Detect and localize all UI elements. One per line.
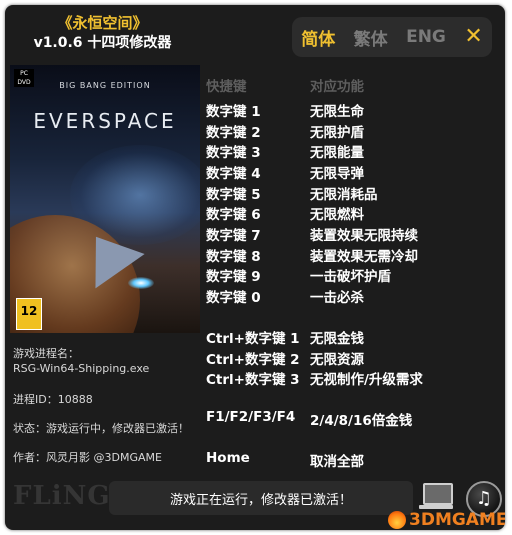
hotkey-function: 一击必杀	[310, 290, 364, 306]
status-bar: 游戏正在运行，修改器已激活！	[109, 481, 413, 515]
trainer-window: 《永恒空间》 v1.0.6 十四项修改器 简体 繁体 ENG ✕ PC DVD …	[5, 5, 505, 530]
hotkey-key: 数字键 6	[206, 207, 261, 223]
hotkey-key: 数字键 5	[206, 187, 261, 203]
process-label: 游戏进程名：	[13, 347, 79, 360]
hotkey-key: 数字键 3	[206, 145, 261, 161]
site-watermark: 3DMGAME	[388, 510, 505, 530]
hotkey-key: Ctrl+数字键 3	[206, 372, 300, 388]
cover-engine-glow	[128, 277, 154, 289]
close-icon[interactable]: ✕	[464, 26, 482, 48]
language-bar: 简体 繁体 ENG ✕	[292, 17, 492, 57]
cover-edition: BIG BANG EDITION	[59, 81, 151, 90]
function-column-header: 对应功能	[310, 79, 364, 95]
hotkey-function: 2/4/8/16倍金钱	[310, 413, 413, 429]
game-cover-image: PC DVD BIG BANG EDITION EVERSPACE 12	[10, 65, 200, 333]
hotkey-function: 无限导弹	[310, 166, 364, 182]
hotkey-column-header: 快捷键	[206, 79, 247, 95]
trainer-status: 状态：游戏运行中，修改器已激活！	[13, 422, 189, 435]
age-rating-badge: 12	[16, 298, 42, 330]
hotkey-function: 无限能量	[310, 145, 364, 161]
hotkey-function: 装置效果无限持续	[310, 228, 418, 244]
hotkey-function: 无限金钱	[310, 331, 364, 347]
hotkey-function: 取消全部	[310, 454, 364, 470]
hotkey-key: 数字键 7	[206, 228, 261, 244]
laptop-base	[419, 505, 453, 509]
hotkey-key: 数字键 2	[206, 125, 261, 141]
lang-english-button[interactable]: ENG	[406, 27, 446, 47]
hotkey-key: 数字键 0	[206, 290, 261, 306]
hotkey-function: 无限消耗品	[310, 187, 378, 203]
hotkey-key: Ctrl+数字键 2	[206, 352, 300, 368]
hotkey-key: Home	[206, 450, 250, 466]
hotkey-key: 数字键 1	[206, 104, 261, 120]
title-block: 《永恒空间》 v1.0.6 十四项修改器	[5, 13, 200, 53]
site-watermark-text: 3DMGAME	[409, 510, 505, 530]
hotkey-key: 数字键 9	[206, 269, 261, 285]
hotkey-key: 数字键 8	[206, 249, 261, 265]
process-name: RSG-Win64-Shipping.exe	[13, 362, 150, 375]
cover-game-logo: EVERSPACE	[33, 109, 177, 133]
hotkey-function: 无限资源	[310, 352, 364, 368]
trainer-author: 作者：风灵月影 @3DMGAME	[13, 451, 162, 464]
fling-watermark: FLiNG	[13, 481, 111, 511]
hotkey-function: 无限燃料	[310, 207, 364, 223]
hotkey-function: 无限生命	[310, 104, 364, 120]
hotkey-key: F1/F2/F3/F4	[206, 409, 296, 425]
game-title: 《永恒空间》	[57, 14, 148, 32]
process-id: 进程ID：10888	[13, 393, 93, 406]
trainer-version: v1.0.6 十四项修改器	[33, 35, 172, 51]
hotkey-function: 无限护盾	[310, 125, 364, 141]
hotkey-key: Ctrl+数字键 1	[206, 331, 300, 347]
hotkey-key: 数字键 4	[206, 166, 261, 182]
hotkey-function: 一击破坏护盾	[310, 269, 391, 285]
site-flame-icon	[388, 511, 406, 529]
laptop-icon[interactable]	[419, 483, 453, 511]
lang-simplified-button[interactable]: 简体	[301, 25, 335, 50]
lang-traditional-button[interactable]: 繁体	[354, 25, 388, 50]
laptop-screen	[423, 483, 453, 505]
hotkey-function: 装置效果无需冷却	[310, 249, 418, 265]
hotkey-function: 无视制作/升级需求	[310, 372, 423, 388]
